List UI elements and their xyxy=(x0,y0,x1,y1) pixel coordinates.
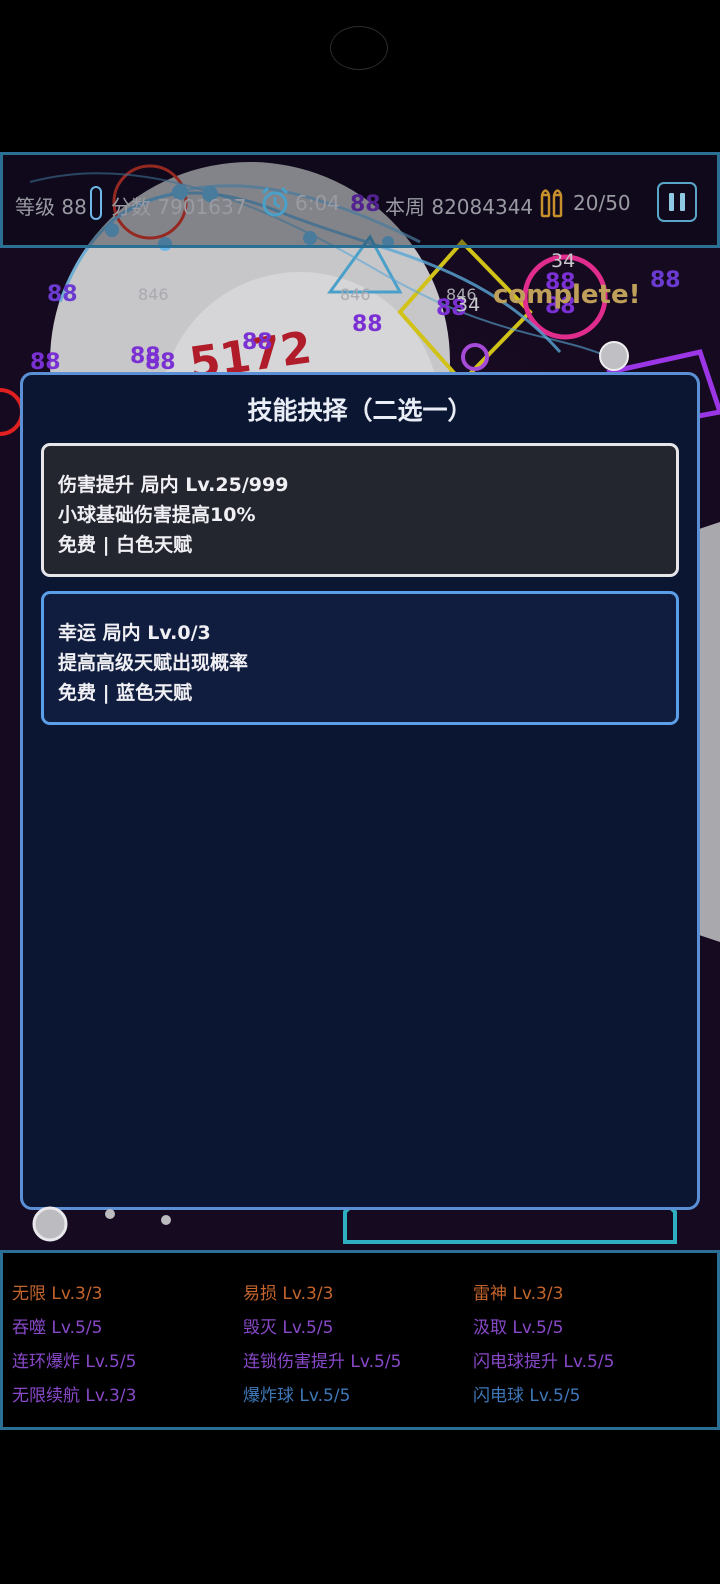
skill-option-1[interactable]: 伤害提升 局内 Lv.25/999 小球基础伤害提高10% 免费 | 白色天赋 xyxy=(41,443,679,577)
skill-option-2[interactable]: 幸运 局内 Lv.0/3 提高高级天赋出现概率 免费 | 蓝色天赋 xyxy=(41,591,679,725)
progress-tube-icon xyxy=(90,186,102,220)
brick-number: 34 xyxy=(551,250,576,272)
floating-number: 88 xyxy=(650,268,681,293)
skill-description: 小球基础伤害提高10% xyxy=(58,504,256,526)
skill-cost-tier: 免费 | 蓝色天赋 xyxy=(58,682,193,704)
talent-item: 易损 Lv.3/3 xyxy=(243,1284,334,1304)
talent-item: 吞噬 Lv.5/5 xyxy=(12,1318,103,1338)
top-hud: 等级 88 分数 7901637 6:04 本周 82084344 20/50 xyxy=(0,152,720,248)
score-label: 分数 7901637 xyxy=(111,195,247,219)
brick-number: 34 xyxy=(456,294,481,316)
level-label: 等级 88 xyxy=(15,195,87,219)
camera-notch xyxy=(330,26,388,70)
talent-item: 闪电球 Lv.5/5 xyxy=(473,1386,581,1406)
skill-name-level: 幸运 局内 Lv.0/3 xyxy=(58,622,211,644)
timer: 6:04 xyxy=(295,191,340,215)
ammo-count: 20/50 xyxy=(573,191,631,215)
talent-item: 连环爆炸 Lv.5/5 xyxy=(12,1352,137,1372)
floating-number: 88 xyxy=(242,330,273,355)
floating-number: 88 xyxy=(352,312,383,337)
talent-item: 雷神 Lv.3/3 xyxy=(473,1284,564,1304)
skill-description: 提高高级天赋出现概率 xyxy=(58,652,249,674)
alarm-clock-icon xyxy=(261,186,289,217)
talent-list: 无限 Lv.3/3 易损 Lv.3/3 雷神 Lv.3/3 吞噬 Lv.5/5 … xyxy=(0,1250,720,1430)
pause-button[interactable] xyxy=(657,182,697,222)
talent-item: 连锁伤害提升 Lv.5/5 xyxy=(243,1352,402,1372)
weekly-score: 本周 82084344 xyxy=(385,195,534,219)
ammo-icon xyxy=(540,189,563,218)
talent-item: 无限续航 Lv.3/3 xyxy=(12,1386,137,1406)
talent-item: 汲取 Lv.5/5 xyxy=(473,1318,564,1338)
skill-choice-dialog: 技能抉择（二选一） 伤害提升 局内 Lv.25/999 小球基础伤害提高10% … xyxy=(20,372,700,1210)
complete-text: complete! xyxy=(493,280,641,310)
talent-item: 爆炸球 Lv.5/5 xyxy=(243,1386,351,1406)
skill-cost-tier: 免费 | 白色天赋 xyxy=(58,534,193,556)
floating-number: 88 xyxy=(47,282,78,307)
brick-number: 846 xyxy=(138,285,169,304)
brick-number: 846 xyxy=(340,285,371,304)
skill-name-level: 伤害提升 局内 Lv.25/999 xyxy=(58,474,289,496)
talent-item: 毁灭 Lv.5/5 xyxy=(243,1318,334,1338)
pause-icon xyxy=(669,193,674,211)
dialog-title: 技能抉择（二选一） xyxy=(247,396,473,425)
ball-launcher xyxy=(32,1206,171,1242)
talent-item: 闪电球提升 Lv.5/5 xyxy=(473,1352,615,1372)
talent-item: 无限 Lv.3/3 xyxy=(12,1284,103,1304)
